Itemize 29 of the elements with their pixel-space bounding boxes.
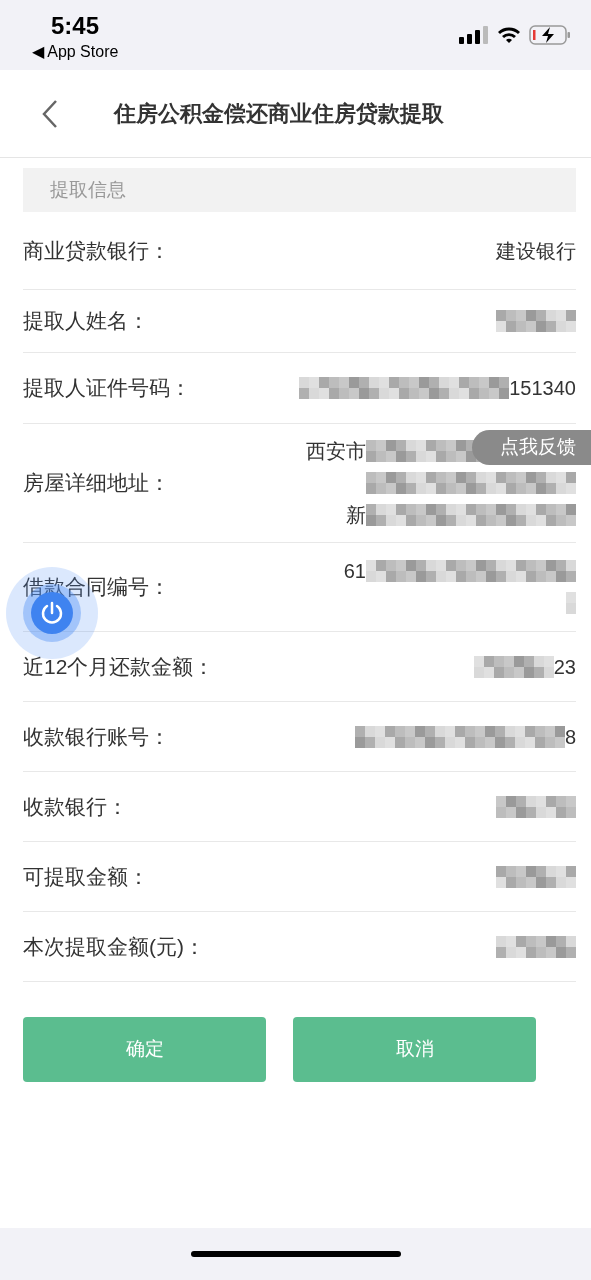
field-label: 提取人姓名： [23, 308, 149, 335]
back-to-app-link[interactable]: ◀ App Store [31, 42, 119, 62]
field-label: 收款银行： [23, 793, 128, 820]
field-label: 可提取金额： [23, 863, 149, 890]
field-value: 151340 [509, 376, 576, 401]
field-value: 61 [343, 559, 366, 584]
field-value: 8 [564, 724, 576, 750]
field-label: 提取人证件号码： [23, 375, 191, 402]
field-label: 商业贷款银行： [23, 237, 170, 264]
action-button[interactable]: 确定 [23, 1017, 266, 1082]
feedback-tab[interactable]: 点我反馈 [472, 430, 591, 465]
section-header: 提取信息 [23, 168, 576, 212]
signal-icon [459, 26, 489, 44]
power-icon [39, 600, 65, 626]
battery-charging-icon [529, 25, 571, 45]
field-value: 西安市 [306, 439, 366, 464]
page-title: 住房公积金偿还商业住房贷款提取 [114, 100, 444, 128]
field-label: 近12个月还款金额： [23, 653, 215, 680]
blurred-text [566, 592, 576, 614]
field-value: 新 [346, 503, 366, 528]
field-label: 本次提取金额(元)： [23, 933, 205, 960]
action-button[interactable]: 取消 [293, 1017, 536, 1082]
field-value: 建设银行 [496, 238, 576, 264]
back-icon[interactable] [40, 98, 60, 129]
field-label: 收款银行账号： [23, 723, 170, 750]
wifi-icon [497, 26, 521, 44]
status-time: 5:45 [50, 11, 99, 41]
field-value: 23 [553, 654, 576, 680]
field-label: 房屋详细地址： [23, 470, 170, 497]
